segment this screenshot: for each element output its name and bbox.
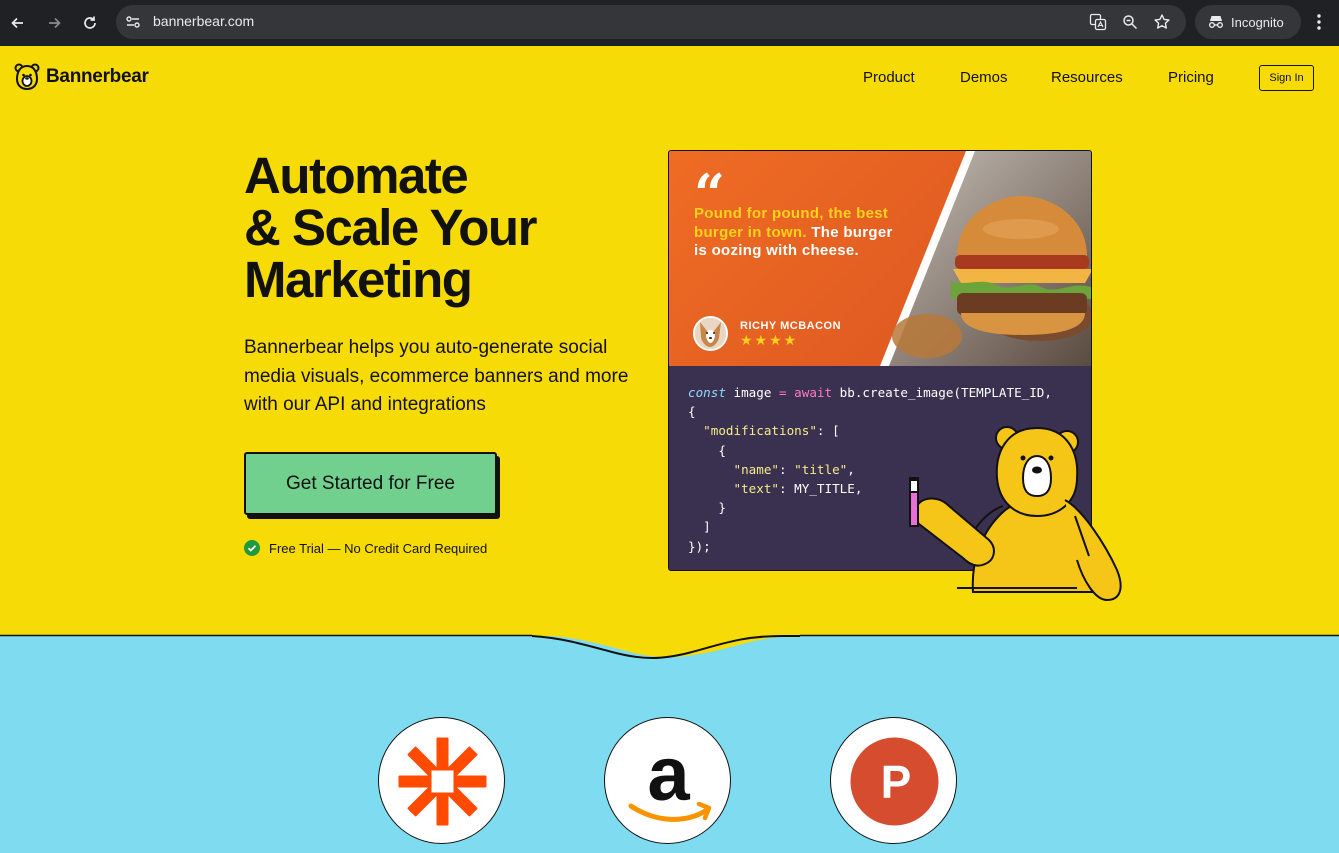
partner-producthunt[interactable]: P	[830, 717, 957, 844]
hero-subtext: Bannerbear helps you auto-generate socia…	[244, 337, 629, 415]
address-bar[interactable]: bannerbear.com	[116, 5, 1186, 39]
headline-line: & Scale Your	[244, 199, 537, 256]
incognito-indicator[interactable]: Incognito	[1195, 5, 1301, 39]
reviewer-name: RICHY MCBACON	[740, 320, 842, 332]
site-settings-icon[interactable]	[125, 14, 141, 30]
reload-icon	[84, 16, 96, 29]
get-started-button[interactable]: Get Started for Free	[244, 452, 497, 515]
hero-headline: Automate & Scale Your Marketing	[244, 150, 644, 306]
generated-banner: “ Pound for pound, the best burger in to…	[669, 151, 1091, 366]
brand-name: Bannerbear	[46, 66, 149, 87]
headline-line: Marketing	[244, 251, 473, 308]
url-text[interactable]: bannerbear.com	[153, 13, 254, 29]
browser-toolbar: bannerbear.com Incognito	[0, 0, 1339, 46]
zapier-logo-icon	[398, 737, 487, 826]
nav-pricing[interactable]: Pricing	[1168, 69, 1214, 86]
check-circle-icon	[244, 540, 260, 556]
hero-section: Bannerbear Product Demos Resources Prici…	[0, 46, 1339, 635]
forward-button[interactable]	[42, 11, 66, 35]
incognito-icon	[1209, 16, 1223, 28]
arrow-right-icon	[49, 17, 61, 29]
free-trial-note: Free Trial — No Credit Card Required	[244, 540, 487, 556]
svg-text:P: P	[881, 756, 912, 808]
partner-amazon[interactable]: a	[604, 717, 731, 844]
zoom-icon[interactable]	[1122, 14, 1138, 30]
browser-menu-button[interactable]	[1309, 11, 1329, 35]
back-button[interactable]	[6, 11, 30, 35]
bear-mascot-illustration	[909, 426, 1122, 602]
svg-text:a: a	[647, 732, 690, 817]
nav-product[interactable]: Product	[863, 69, 915, 86]
sign-in-button[interactable]: Sign In	[1259, 65, 1314, 91]
reload-button[interactable]	[78, 11, 102, 35]
reviewer-avatar	[693, 316, 728, 351]
producthunt-logo-icon: P	[850, 737, 939, 826]
translate-icon[interactable]	[1089, 13, 1107, 31]
review-quote: Pound for pound, the best burger in town…	[694, 205, 894, 261]
free-trial-text: Free Trial — No Credit Card Required	[269, 540, 488, 556]
rating-stars: ★★★★	[740, 332, 799, 348]
more-vert-icon	[1317, 14, 1321, 30]
nav-demos[interactable]: Demos	[960, 69, 1008, 86]
headline-line: Automate	[244, 147, 469, 204]
incognito-label: Incognito	[1231, 15, 1284, 30]
bookmark-star-icon[interactable]	[1153, 13, 1171, 31]
brand-logo[interactable]: Bannerbear	[14, 62, 149, 92]
amazon-logo-icon: a	[628, 732, 712, 822]
partner-zapier[interactable]	[378, 717, 505, 844]
nav-resources[interactable]: Resources	[1051, 69, 1123, 86]
section-divider-wave	[0, 626, 1339, 659]
bear-logo-icon	[14, 63, 40, 91]
arrow-left-icon	[11, 17, 23, 29]
